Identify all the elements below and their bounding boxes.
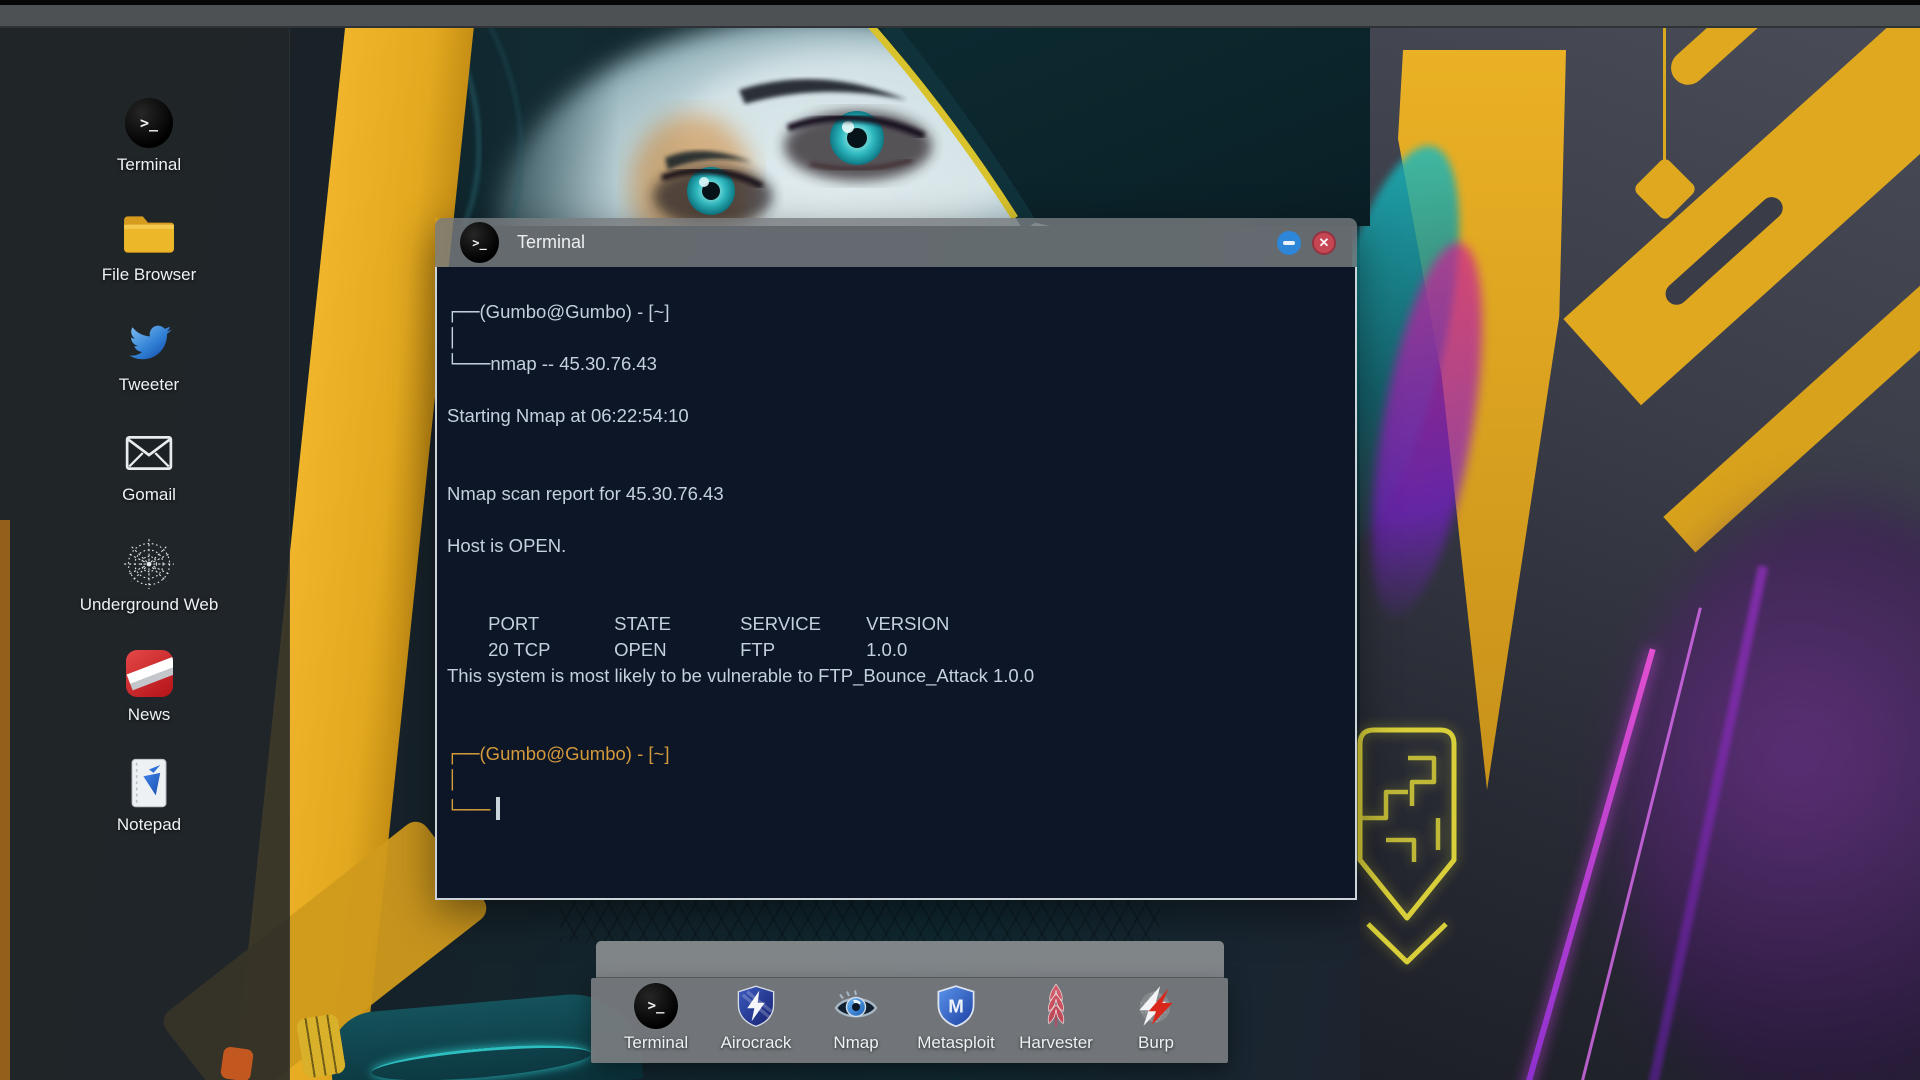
desktop: >_ Terminal File Browser Tweeter Gomail …: [0, 0, 1920, 1080]
terminal-window: >_ Terminal ✕ ┌──(Gumbo@Gumbo) - [~] │ └…: [435, 218, 1357, 900]
notepad-icon: [121, 755, 177, 811]
wallpaper-neon-emblem: [1357, 727, 1457, 965]
envelope-icon: [121, 425, 177, 481]
prompt-identity: (Gumbo@Gumbo) - [~]: [479, 301, 670, 322]
svg-text:M: M: [948, 996, 964, 1017]
bird-icon: [121, 315, 177, 371]
desktop-icon-label: Underground Web: [79, 595, 219, 614]
terminal-app-icon: >_: [460, 222, 499, 263]
eye-icon: [833, 983, 879, 1029]
folder-icon: [121, 205, 177, 261]
globe-bolt-icon: [1133, 983, 1179, 1029]
desktop-icon-underground-web[interactable]: Underground Web: [58, 535, 240, 615]
port-table-header: PORT STATE SERVICE VERSION: [488, 613, 950, 634]
dock-item-label: Nmap: [833, 1033, 879, 1052]
dock-item-airocrack[interactable]: Airocrack: [706, 978, 806, 1063]
dock-item-label: Burp: [1138, 1033, 1174, 1052]
dock-item-nmap[interactable]: Nmap: [806, 978, 906, 1063]
close-button[interactable]: ✕: [1312, 230, 1336, 255]
prompt-line: │: [447, 328, 458, 349]
prompt-line: └───nmap -- 45.30.76.43: [447, 353, 657, 375]
desktop-icon-terminal[interactable]: >_ Terminal: [58, 95, 240, 175]
dock-item-label: Harvester: [1019, 1033, 1093, 1052]
desktop-icon-list: >_ Terminal File Browser Tweeter Gomail …: [58, 95, 240, 865]
terminal-cursor: [496, 797, 501, 820]
window-titlebar[interactable]: >_ Terminal ✕: [435, 218, 1357, 267]
wallpaper-orange-strip: [0, 520, 10, 1080]
news-icon: [121, 645, 177, 701]
desktop-icon-label: File Browser: [101, 265, 197, 284]
shield-bolt-icon: [733, 983, 779, 1029]
prompt-command: nmap -- 45.30.76.43: [490, 353, 657, 374]
terminal-icon: >_: [121, 95, 177, 151]
wallpaper-hair: [1352, 120, 1532, 680]
dock-item-label: Metasploit: [917, 1033, 995, 1052]
prompt-identity: (Gumbo@Gumbo) - [~]: [479, 743, 670, 764]
minimize-icon: [1283, 240, 1295, 245]
dock-item-metasploit[interactable]: M Metasploit: [906, 978, 1006, 1063]
desktop-icon-label: Gomail: [122, 485, 176, 504]
prompt-line: │: [447, 770, 458, 791]
terminal-line-host: Host is OPEN.: [447, 535, 567, 556]
wheat-icon: [1033, 983, 1079, 1029]
top-menubar[interactable]: [0, 0, 1920, 28]
close-icon: ✕: [1318, 235, 1330, 250]
desktop-icon-notepad[interactable]: Notepad: [58, 755, 240, 835]
terminal-line-report: Nmap scan report for 45.30.76.43: [447, 483, 724, 504]
wallpaper-fence-texture: [560, 893, 1160, 941]
dock-item-label: Airocrack: [720, 1033, 792, 1052]
prompt-line: └───: [447, 793, 1335, 821]
dock-item-label: Terminal: [623, 1033, 689, 1052]
dock: >_ Terminal Airocrack Nmap M Metasploit …: [591, 978, 1228, 1063]
wallpaper-pendant-line: [1663, 28, 1666, 170]
desktop-icon-file-browser[interactable]: File Browser: [58, 205, 240, 285]
prompt-line: ┌──(Gumbo@Gumbo) - [~]: [447, 743, 670, 765]
desktop-icon-news[interactable]: News: [58, 645, 240, 725]
terminal-line-starting: Starting Nmap at 06:22:54:10: [447, 405, 689, 426]
shield-m-icon: M: [933, 983, 979, 1029]
wallpaper-face-art: [430, 26, 1370, 226]
desktop-icon-label: Tweeter: [118, 375, 180, 394]
dock-item-terminal[interactable]: >_ Terminal: [606, 978, 706, 1063]
desktop-icon-gomail[interactable]: Gomail: [58, 425, 240, 505]
dock-item-burp[interactable]: Burp: [1106, 978, 1206, 1063]
desktop-icon-label: Terminal: [116, 155, 182, 174]
window-title: Terminal: [517, 232, 586, 252]
desktop-icon-tweeter[interactable]: Tweeter: [58, 315, 240, 395]
terminal-output[interactable]: ┌──(Gumbo@Gumbo) - [~] │ └───nmap -- 45.…: [435, 267, 1357, 900]
prompt-line: ┌──(Gumbo@Gumbo) - [~]: [447, 301, 670, 323]
wallpaper-glove-accent: [219, 1046, 255, 1080]
terminal-line-vulnerability: This system is most likely to be vulnera…: [447, 665, 1035, 686]
terminal-icon: >_: [633, 983, 679, 1029]
desktop-icon-label: Notepad: [116, 815, 182, 834]
web-icon: [121, 535, 177, 591]
desktop-icon-label: News: [127, 705, 171, 724]
dock-strip: [596, 941, 1224, 978]
minimize-button[interactable]: [1277, 230, 1301, 255]
dock-item-harvester[interactable]: Harvester: [1006, 978, 1106, 1063]
